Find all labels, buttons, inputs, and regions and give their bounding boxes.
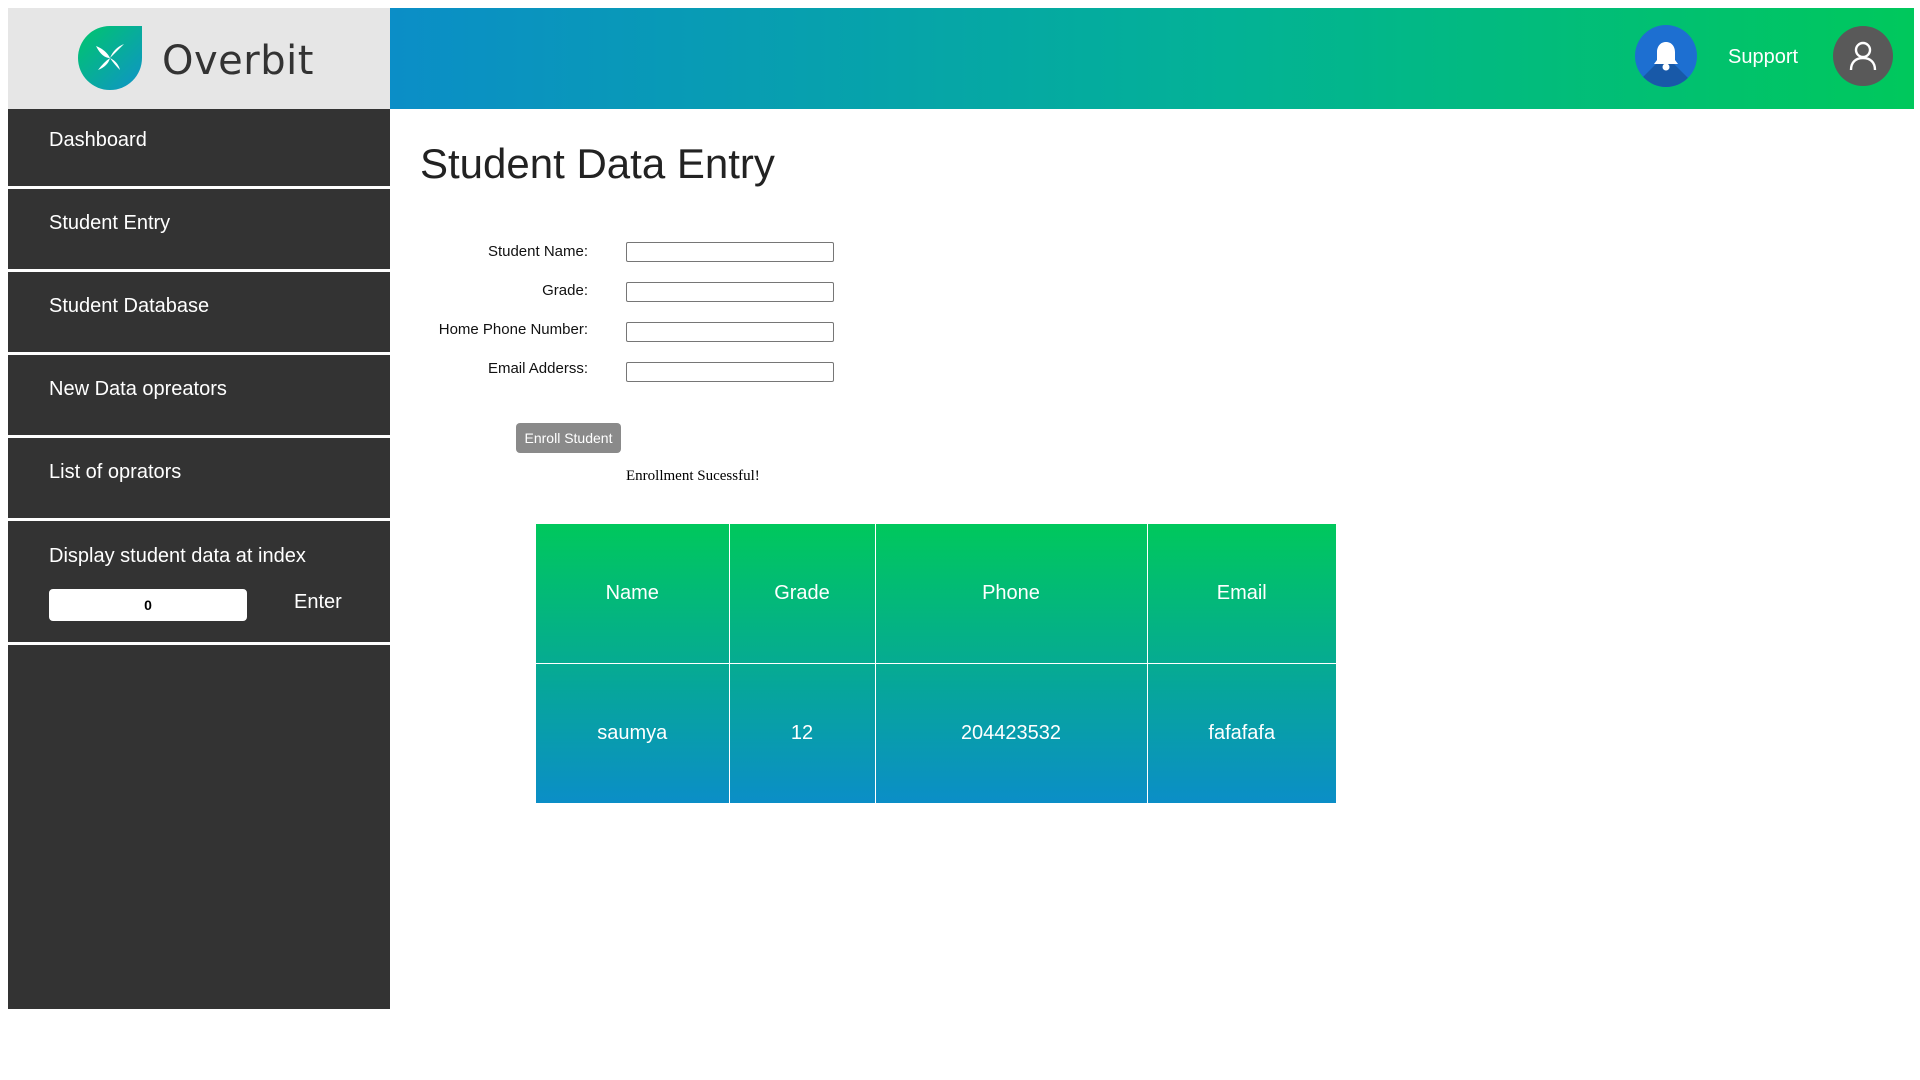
grade-input[interactable] [626,282,834,302]
home-phone-input[interactable] [626,322,834,342]
sidebar-item-dashboard[interactable]: Dashboard [8,109,390,189]
home-phone-label: Home Phone Number: [438,321,588,338]
sidebar-item-label: Student Entry [49,212,171,234]
sidebar-item-student-entry[interactable]: Student Entry [8,192,390,272]
cell-email: fafafafa [1146,663,1336,803]
column-header-grade: Grade [728,524,876,664]
bell-icon [1654,42,1678,71]
cell-grade: 12 [728,663,876,803]
sidebar-item-student-database[interactable]: Student Database [8,275,390,355]
display-index-label: Display student data at index [49,545,306,567]
index-enter-button[interactable]: Enter [294,591,342,614]
column-header-name: Name [536,524,730,664]
sidebar-item-label: New Data opreators [49,378,227,400]
brand-logo-area[interactable]: Overbit [8,8,390,109]
page-title: Student Data Entry [420,140,775,187]
table-row: saumya 12 204423532 fafafafa [536,663,1336,803]
notifications-button[interactable] [1635,25,1697,87]
student-index-input[interactable] [49,589,247,621]
grade-label: Grade: [542,282,588,299]
student-name-label: Student Name: [487,243,588,260]
user-profile-button[interactable] [1833,26,1893,86]
butterfly-logo-icon [78,26,142,90]
sidebar-item-label: List of oprators [49,461,182,483]
support-link[interactable]: Support [1728,46,1798,69]
sidebar-item-new-data-operators[interactable]: New Data opreators [8,358,390,438]
student-data-table: Name Grade Phone Email saumya 12 2044235… [536,524,1336,803]
sidebar: Dashboard Student Entry Student Database… [8,109,390,1009]
sidebar-item-list-of-operators[interactable]: List of oprators [8,441,390,521]
brand-name: Overbit [162,38,314,84]
cell-phone: 204423532 [874,663,1148,803]
email-address-input[interactable] [626,362,834,382]
table-header-row: Name Grade Phone Email [536,524,1336,664]
column-header-phone: Phone [874,524,1148,664]
sidebar-item-label: Student Database [49,295,210,317]
enroll-student-button[interactable]: Enroll Student [516,423,621,453]
cell-name: saumya [536,663,730,803]
user-icon [1849,41,1877,71]
email-address-label: Email Adderss: [487,360,588,377]
student-name-input[interactable] [626,242,834,262]
top-header-bar: Support [390,8,1914,109]
display-index-panel: Display student data at index Enter [8,525,390,645]
column-header-email: Email [1146,524,1336,664]
sidebar-item-label: Dashboard [49,129,147,151]
enrollment-status-message: Enrollment Sucessful! [626,468,760,484]
